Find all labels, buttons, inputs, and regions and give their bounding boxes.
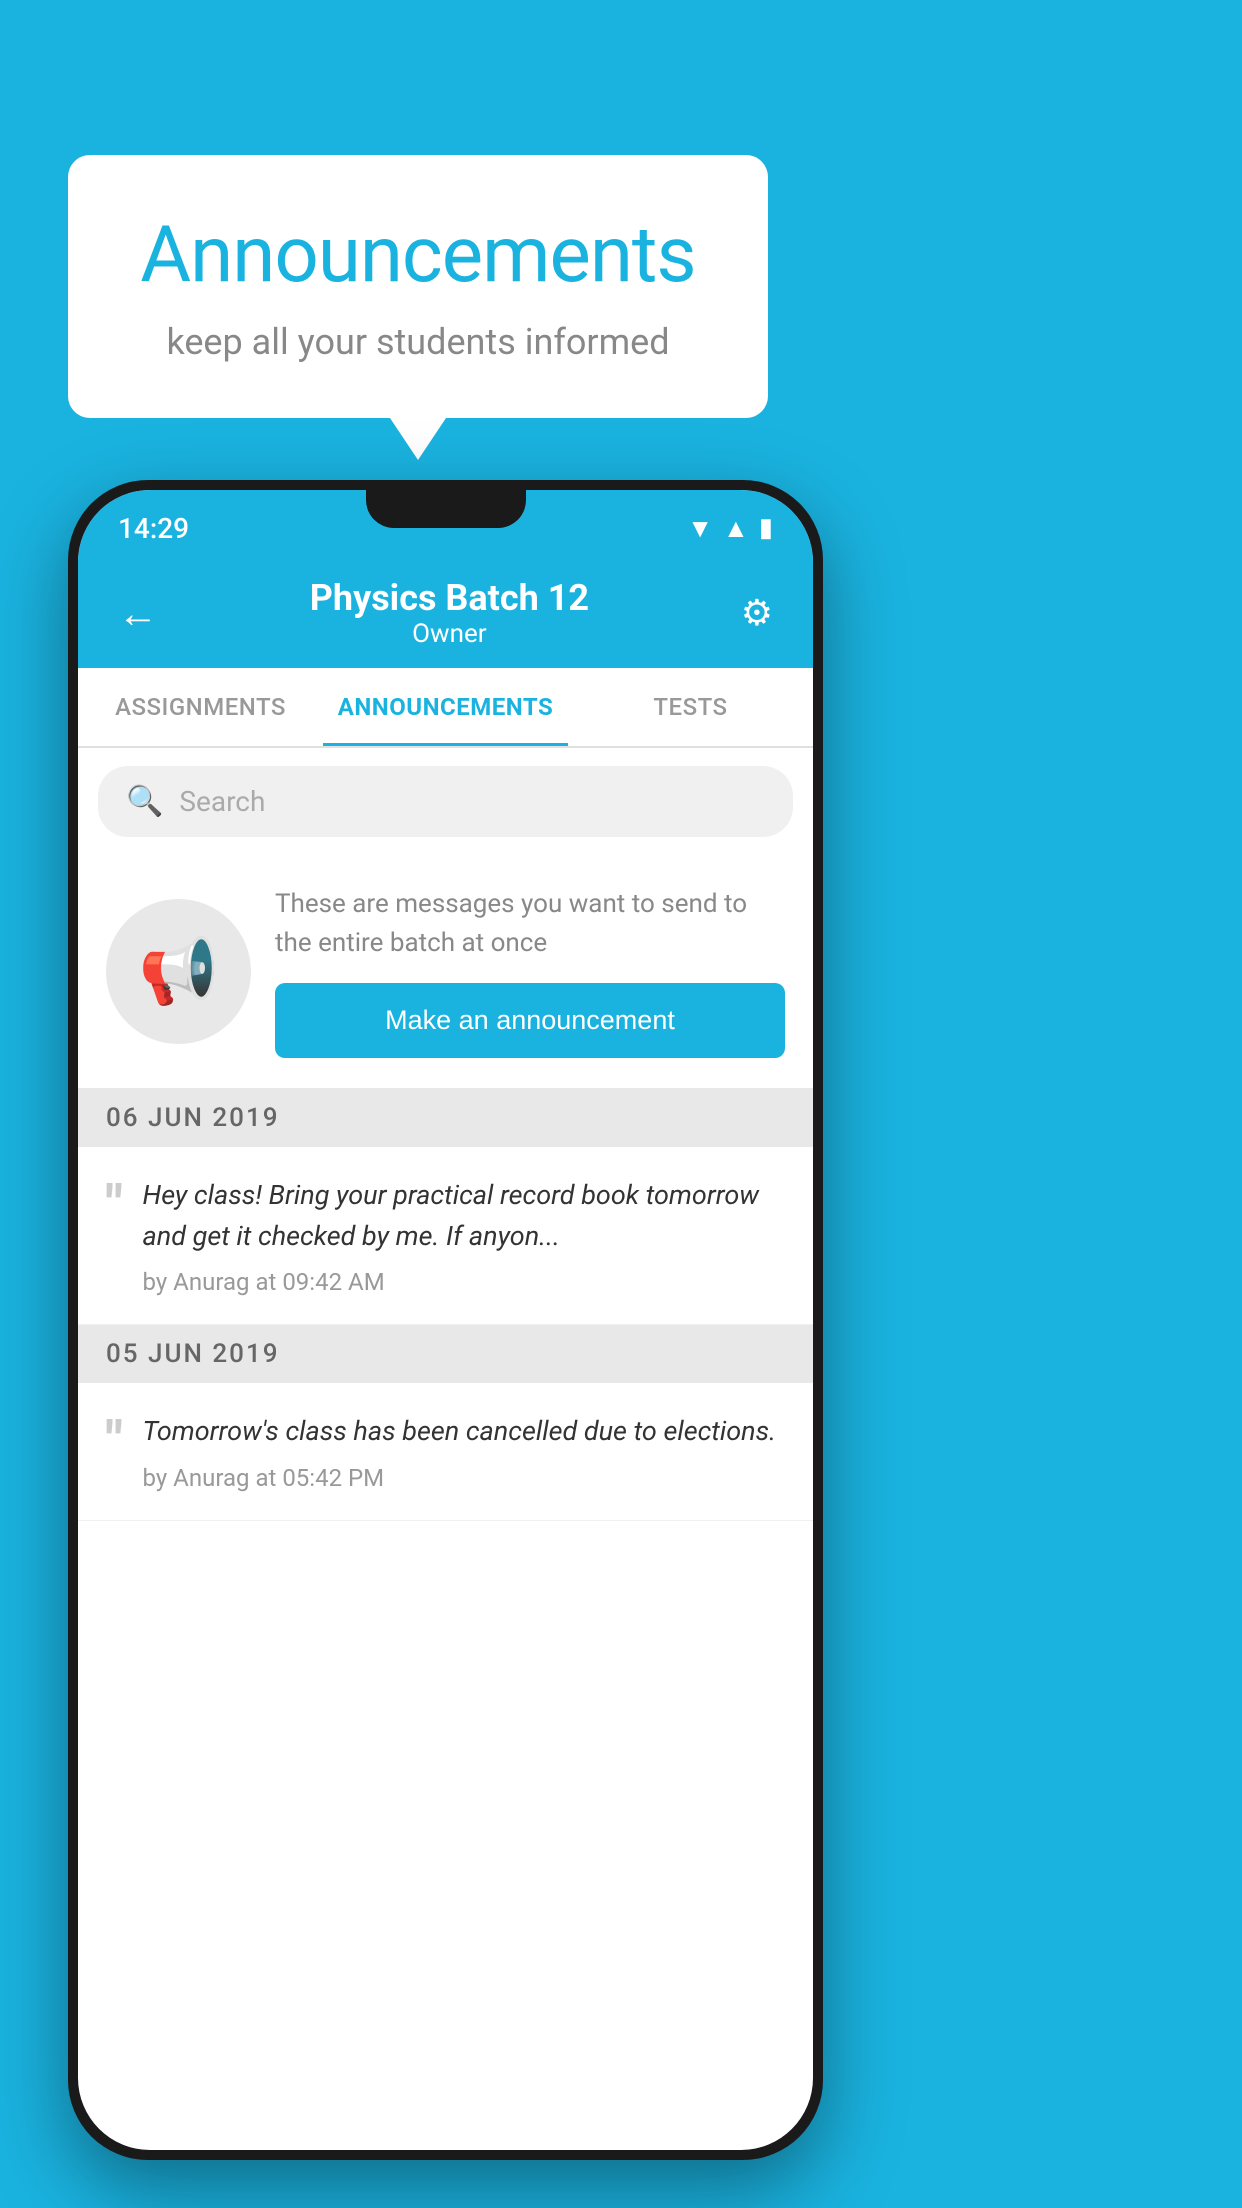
- announcement-body-1: Hey class! Bring your practical record b…: [143, 1175, 785, 1296]
- announcements-title: Announcements: [118, 210, 718, 301]
- signal-icon: ▲: [723, 513, 749, 544]
- date-separator-1: 06 JUN 2019: [78, 1089, 813, 1147]
- tabs-bar: ASSIGNMENTS ANNOUNCEMENTS TESTS: [78, 668, 813, 748]
- announcement-text-2: Tomorrow's class has been cancelled due …: [143, 1411, 777, 1452]
- phone-inner: 14:29 ▼ ▲ ▮ ← Physics Batch 12 Owner ⚙: [78, 490, 813, 2150]
- date-label-2: 05 JUN 2019: [106, 1339, 280, 1369]
- tab-assignments[interactable]: ASSIGNMENTS: [78, 668, 323, 746]
- announcement-text-1: Hey class! Bring your practical record b…: [143, 1175, 785, 1256]
- back-button[interactable]: ←: [108, 580, 168, 647]
- batch-name: Physics Batch 12: [168, 577, 731, 619]
- promo-description: These are messages you want to send to t…: [275, 885, 785, 963]
- app-bar: ← Physics Batch 12 Owner ⚙: [78, 558, 813, 668]
- tab-announcements[interactable]: ANNOUNCEMENTS: [323, 668, 568, 746]
- date-label-1: 06 JUN 2019: [106, 1103, 280, 1133]
- announcement-item-2[interactable]: " Tomorrow's class has been cancelled du…: [78, 1383, 813, 1521]
- owner-label: Owner: [168, 619, 731, 649]
- search-icon: 🔍: [126, 784, 163, 819]
- phone-screen: 14:29 ▼ ▲ ▮ ← Physics Batch 12 Owner ⚙: [78, 490, 813, 2150]
- promo-icon-circle: 📢: [106, 899, 251, 1044]
- settings-button[interactable]: ⚙: [731, 582, 783, 644]
- speech-bubble-container: Announcements keep all your students inf…: [68, 155, 768, 418]
- tab-tests[interactable]: TESTS: [568, 668, 813, 746]
- megaphone-icon: 📢: [139, 934, 219, 1009]
- promo-content: These are messages you want to send to t…: [275, 885, 785, 1058]
- wifi-icon: ▼: [687, 513, 713, 544]
- announcement-meta-2: by Anurag at 05:42 PM: [143, 1464, 385, 1492]
- app-bar-title: Physics Batch 12 Owner: [168, 577, 731, 649]
- battery-icon: ▮: [759, 513, 773, 543]
- phone-frame: 14:29 ▼ ▲ ▮ ← Physics Batch 12 Owner ⚙: [68, 480, 823, 2160]
- announcement-body-2: Tomorrow's class has been cancelled due …: [143, 1411, 777, 1492]
- date-separator-2: 05 JUN 2019: [78, 1325, 813, 1383]
- status-icons: ▼ ▲ ▮: [687, 513, 773, 544]
- quote-icon-2: ": [106, 1415, 123, 1467]
- announcement-item-1[interactable]: " Hey class! Bring your practical record…: [78, 1147, 813, 1325]
- screen-body: 🔍 Search 📢 These are messages you want t…: [78, 748, 813, 2150]
- search-container: 🔍 Search: [78, 748, 813, 855]
- search-placeholder: Search: [179, 785, 265, 818]
- search-bar[interactable]: 🔍 Search: [98, 766, 793, 837]
- speech-bubble: Announcements keep all your students inf…: [68, 155, 768, 418]
- make-announcement-button[interactable]: Make an announcement: [275, 983, 785, 1058]
- announcements-subtitle: keep all your students informed: [118, 321, 718, 363]
- status-time: 14:29: [118, 512, 189, 545]
- promo-section: 📢 These are messages you want to send to…: [78, 855, 813, 1089]
- announcement-meta-1: by Anurag at 09:42 AM: [143, 1268, 385, 1296]
- phone-notch: [366, 490, 526, 528]
- quote-icon-1: ": [106, 1179, 123, 1231]
